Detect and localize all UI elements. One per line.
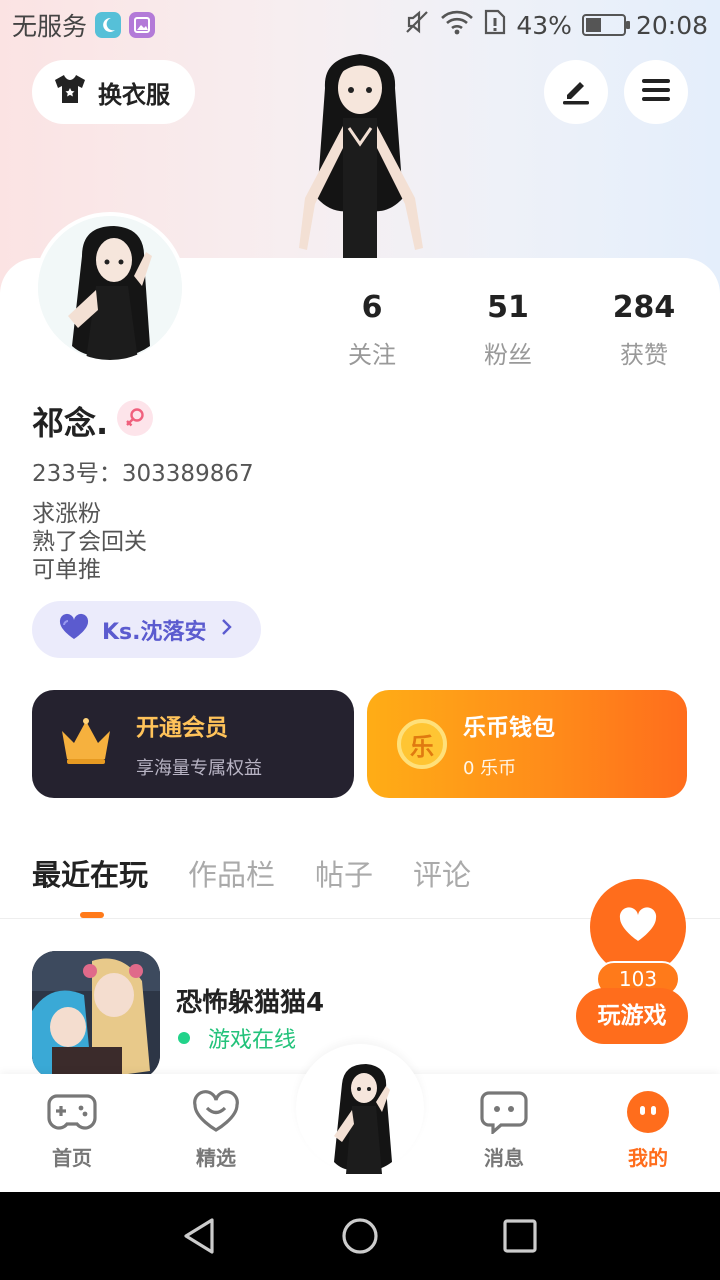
followers-count: 51	[487, 290, 529, 325]
username: 祁念.	[32, 404, 109, 442]
nav-item-home[interactable]: 首页	[22, 1090, 122, 1171]
game-title[interactable]: 恐怖躲猫猫4	[176, 982, 324, 1019]
likes-count: 284	[612, 290, 676, 325]
status-bar: 无服务 43% 20:08	[0, 0, 720, 50]
vip-subtitle: 享海量专属权益	[136, 758, 262, 779]
edit-profile-button[interactable]	[544, 60, 608, 124]
wifi-icon	[440, 9, 474, 41]
mute-icon	[404, 9, 430, 41]
bio-line: 可单推	[32, 557, 101, 583]
menu-icon	[639, 73, 673, 111]
edit-icon	[559, 73, 593, 111]
online-dot-icon	[178, 1032, 190, 1044]
menu-button[interactable]	[624, 60, 688, 124]
wallet-title: 乐币钱包	[463, 715, 555, 741]
carrier-text: 无服务	[12, 12, 88, 41]
system-navigation-bar	[0, 1192, 720, 1280]
change-outfit-button[interactable]: 换衣服	[32, 60, 195, 124]
coin-icon: 乐	[397, 719, 447, 769]
following-stat[interactable]: 6 关注	[317, 290, 427, 370]
moon-icon	[95, 12, 122, 38]
game-status-label: 游戏在线	[208, 1028, 297, 1053]
nav-label-home: 首页	[52, 1146, 92, 1170]
bio-line: 熟了会回关	[32, 529, 147, 555]
wallet-balance: 0 乐币	[463, 758, 517, 779]
following-label: 关注	[348, 341, 396, 369]
profile-tabs: 最近在玩 作品栏 帖子 评论	[32, 852, 471, 894]
nav-label-mine: 我的	[628, 1146, 668, 1170]
followers-label: 粉丝	[484, 341, 532, 369]
female-icon	[117, 400, 153, 436]
fan-badge-chip[interactable]: Ks.沈落安	[32, 601, 261, 658]
tab-recent[interactable]: 最近在玩	[32, 852, 148, 894]
battery-percent: 43%	[516, 10, 572, 40]
tab-comments[interactable]: 评论	[413, 852, 471, 894]
recents-square-icon[interactable]	[500, 1216, 540, 1260]
nav-center-avatar[interactable]	[316, 1062, 408, 1174]
sim-alert-icon	[484, 9, 506, 41]
game-thumbnail[interactable]	[32, 951, 160, 1079]
message-icon	[479, 1091, 529, 1138]
battery-icon	[581, 14, 630, 36]
likes-label: 获赞	[620, 341, 668, 369]
crown-icon	[58, 717, 114, 771]
gamepad-icon	[47, 1094, 97, 1138]
coin-wallet-card[interactable]: 乐 乐币钱包 0 乐币	[367, 690, 687, 798]
following-count: 6	[361, 290, 383, 325]
nav-item-mine[interactable]: 我的	[598, 1090, 698, 1171]
heart-icon	[618, 907, 658, 947]
chevron-right-icon	[219, 617, 235, 643]
heart-icon	[58, 613, 90, 647]
tab-works[interactable]: 作品栏	[188, 852, 275, 894]
nav-label-messages: 消息	[484, 1146, 524, 1170]
character-avatar-3d[interactable]	[285, 48, 435, 260]
image-icon	[129, 12, 156, 38]
profile-avatar[interactable]	[34, 212, 186, 364]
followers-stat[interactable]: 51 粉丝	[453, 290, 563, 370]
nav-label-featured: 精选	[196, 1146, 236, 1170]
bio-line: 求涨粉	[32, 501, 101, 527]
likes-stat[interactable]: 284 获赞	[589, 290, 699, 370]
shirt-icon	[52, 71, 88, 113]
vip-membership-card[interactable]: 开通会员 享海量专属权益	[32, 690, 354, 798]
clock: 20:08	[635, 10, 708, 40]
bio: 求涨粉 熟了会回关 可单推	[32, 500, 147, 584]
nav-item-featured[interactable]: 精选	[166, 1090, 266, 1171]
fan-badge-label: Ks.沈落安	[102, 619, 207, 645]
play-game-button[interactable]: 玩游戏	[576, 988, 688, 1044]
profile-dots-icon	[623, 1091, 673, 1138]
home-circle-icon[interactable]	[340, 1216, 380, 1260]
back-icon[interactable]	[180, 1216, 220, 1260]
vip-title: 开通会员	[136, 715, 228, 741]
heart-smile-icon	[191, 1090, 241, 1138]
game-online-status: 游戏在线	[176, 1022, 296, 1054]
nav-item-messages[interactable]: 消息	[454, 1090, 554, 1171]
user-id: 233号：303389867	[32, 461, 254, 487]
change-outfit-label: 换衣服	[98, 80, 170, 109]
tab-posts[interactable]: 帖子	[315, 852, 373, 894]
